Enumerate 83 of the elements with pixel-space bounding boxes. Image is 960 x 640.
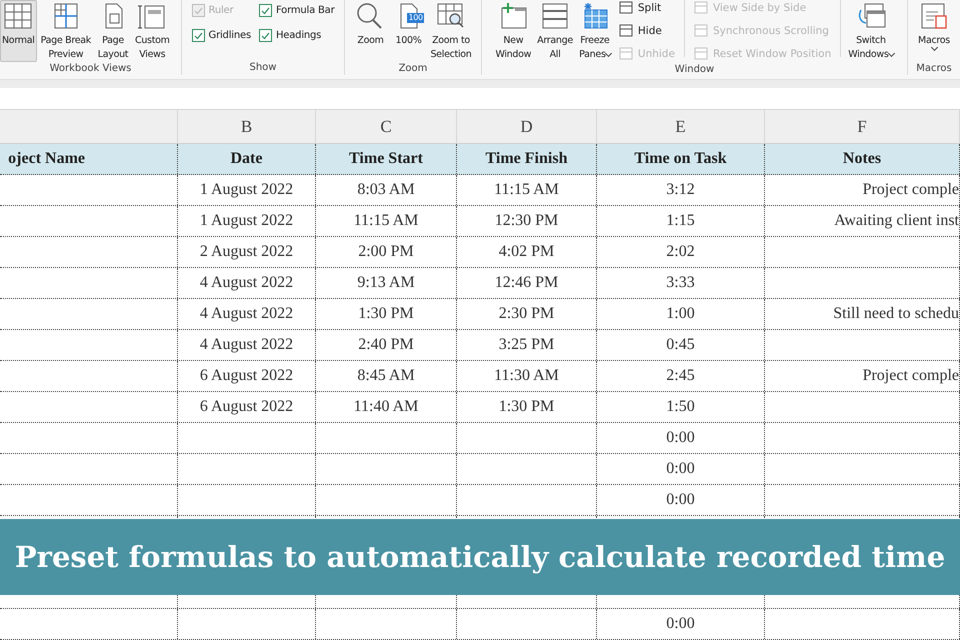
window-icon [618, 47, 633, 60]
check-icon [260, 6, 270, 14]
time-cell: 11:40 AM [354, 398, 418, 416]
column-header[interactable]: D [457, 110, 597, 143]
column-header[interactable]: B [178, 110, 316, 143]
date-cell: 4 August 2022 [200, 274, 294, 292]
ribbon-button[interactable]: Page Break Preview [38, 0, 93, 62]
time-cell: 11:15 AM [494, 181, 559, 199]
column-heading: Time on Task [597, 144, 765, 174]
time-cell: 9:13 AM [357, 274, 415, 292]
checkbox[interactable]: Formula Bar [258, 4, 334, 17]
time-cell: 3:25 PM [498, 336, 554, 354]
caption-text: Preset formulas to automatically calculate recorded time [14, 540, 946, 574]
duration-cell: 1:50 [666, 398, 695, 416]
group-label: Workbook Views [48, 62, 132, 75]
date-cell: 4 August 2022 [200, 305, 294, 323]
date-cell: 1 August 2022 [200, 181, 294, 199]
ribbon-button[interactable]: Switch Windows [846, 0, 896, 62]
ribbon-button[interactable]: Normal [0, 0, 37, 62]
ribbon-button[interactable]: Page Layout [94, 0, 131, 62]
notes-cell: Still need to schedu [833, 305, 959, 323]
time-cell: 2:00 PM [358, 243, 414, 261]
duration-cell: 3:12 [666, 181, 695, 199]
ribbon-button[interactable]: New Window [493, 0, 534, 62]
time-cell: 4:02 PM [498, 243, 554, 261]
ribbon-button[interactable]: Zoom [352, 0, 388, 62]
column-heading: Time Start [316, 144, 457, 174]
duration-cell: 0:45 [666, 336, 695, 354]
duration-cell: 0:00 [666, 491, 695, 509]
duration-cell: 3:33 [666, 274, 695, 292]
grid-icon [2, 2, 34, 30]
column-header[interactable]: E [597, 110, 765, 143]
time-cell: 2:40 PM [358, 336, 414, 354]
column-heading: Time Finish [457, 144, 597, 174]
window-icon [694, 47, 708, 60]
duration-cell: 1:15 [666, 212, 695, 230]
ribbon-button[interactable]: Freeze Panes [576, 0, 613, 62]
column-header[interactable]: F [765, 110, 960, 143]
date-cell: 4 August 2022 [200, 336, 294, 354]
ribbon-button[interactable]: Custom Views [132, 0, 172, 62]
checkbox[interactable]: Gridlines [192, 29, 251, 42]
column-heading: Notes [765, 144, 960, 174]
check-icon [260, 32, 270, 40]
time-cell: 2:30 PM [498, 305, 554, 323]
time-cell: 8:03 AM [357, 181, 415, 199]
ribbon-button[interactable]: Split [616, 0, 677, 17]
group-label: Macros [915, 62, 953, 75]
duration-cell: 0:00 [666, 615, 695, 633]
check-icon [194, 6, 203, 14]
duration-cell: 0:00 [666, 460, 695, 478]
notes-cell: Project comple [862, 181, 959, 199]
group-label: Zoom [398, 62, 428, 75]
check-icon [194, 32, 203, 40]
date-cell: 6 August 2022 [200, 398, 294, 416]
time-cell: 12:30 PM [494, 212, 558, 230]
date-cell: 1 August 2022 [200, 212, 294, 230]
window-icon [618, 24, 633, 37]
ribbon-button[interactable]: Zoom to Selection [428, 0, 474, 62]
time-cell: 11:15 AM [354, 212, 418, 230]
date-cell: 6 August 2022 [200, 367, 294, 385]
duration-cell: 2:02 [666, 243, 695, 261]
time-cell: 1:30 PM [498, 398, 554, 416]
column-heading: oject Name [0, 144, 178, 174]
ribbon-button[interactable]: Hide [616, 21, 677, 40]
duration-cell: 2:45 [666, 367, 695, 385]
group-label: Show [248, 61, 278, 75]
column-header[interactable]: C [316, 110, 457, 143]
ribbon-button[interactable]: Macros [916, 0, 952, 62]
duration-cell: 1:00 [666, 305, 695, 323]
time-cell: 1:30 PM [358, 305, 414, 323]
group-label: Window [674, 63, 716, 75]
time-cell: 12:46 PM [494, 274, 558, 292]
notes-cell: Project comple [862, 367, 959, 385]
time-cell: 8:45 AM [357, 367, 415, 385]
ribbon-button[interactable]: Arrange All [535, 0, 575, 62]
time-cell: 11:30 AM [494, 367, 559, 385]
window-icon [694, 24, 708, 37]
ribbon-button[interactable]: 100 100% [390, 0, 426, 62]
checkbox[interactable]: Headings [258, 29, 334, 42]
column-heading: Date [178, 144, 316, 174]
duration-cell: 0:00 [666, 429, 695, 447]
notes-cell: Awaiting client inst [834, 212, 959, 230]
date-cell: 2 August 2022 [200, 243, 294, 261]
